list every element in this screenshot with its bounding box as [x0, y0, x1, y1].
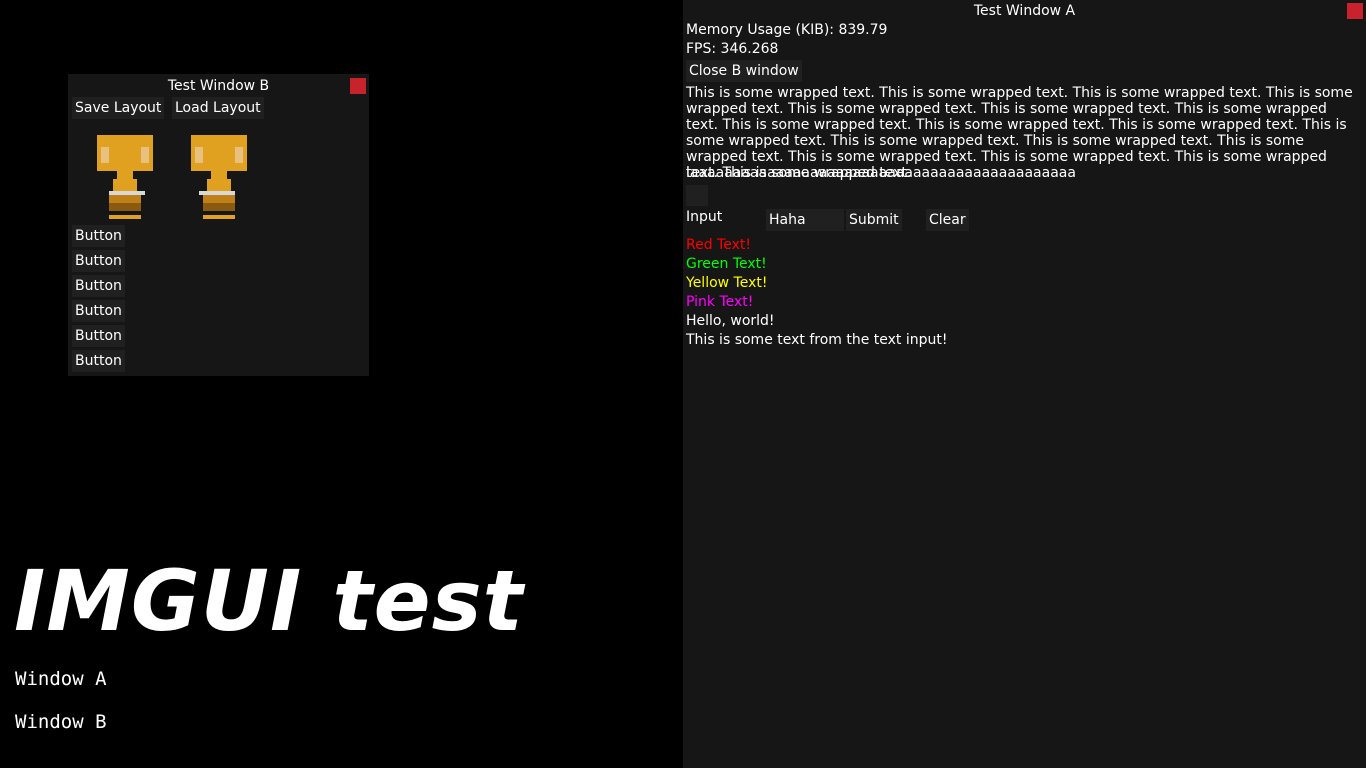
submitted-input-text: This is some text from the text input!: [686, 332, 948, 348]
pink-text: Pink Text!: [686, 294, 754, 310]
window-a-title[interactable]: Test Window A: [683, 3, 1366, 19]
red-text: Red Text!: [686, 237, 751, 253]
button-4[interactable]: Button: [72, 300, 125, 322]
window-b-label: Window B: [15, 711, 107, 733]
yellow-text: Yellow Text!: [686, 275, 768, 291]
submit-button[interactable]: Submit: [846, 209, 902, 231]
button-1[interactable]: Button: [72, 225, 125, 247]
close-b-window-button[interactable]: Close B window: [686, 60, 802, 82]
button-5[interactable]: Button: [72, 325, 125, 347]
character-sprite-icon: [191, 135, 247, 219]
app-title: IMGUI test: [14, 552, 524, 650]
button-6[interactable]: Button: [72, 350, 125, 372]
clear-button[interactable]: Clear: [926, 209, 969, 231]
memory-usage-text: Memory Usage (KIB): 839.79: [686, 22, 888, 38]
empty-input-box[interactable]: [686, 185, 708, 206]
fps-text: FPS: 346.268: [686, 41, 779, 57]
green-text: Green Text!: [686, 256, 767, 272]
load-layout-button[interactable]: Load Layout: [172, 97, 264, 119]
button-3[interactable]: Button: [72, 275, 125, 297]
test-window-b[interactable]: Test Window B Save Layout Load Layout Bu…: [68, 74, 369, 376]
text-input[interactable]: [766, 209, 844, 231]
save-layout-button[interactable]: Save Layout: [72, 97, 165, 119]
long-text-line: iaaaaaaaaaaaaaaaaaaaaaaaaaaaaaaaaaaaaaaa…: [686, 165, 1076, 181]
window-a-label: Window A: [15, 668, 107, 690]
button-2[interactable]: Button: [72, 250, 125, 272]
window-b-close-button[interactable]: [350, 78, 366, 94]
window-a-close-button[interactable]: [1347, 3, 1363, 19]
test-window-a[interactable]: Test Window A Memory Usage (KIB): 839.79…: [683, 0, 1366, 768]
window-b-title[interactable]: Test Window B: [68, 78, 369, 94]
hello-world-text: Hello, world!: [686, 313, 775, 329]
character-sprite-icon: [97, 135, 153, 219]
input-label: Input: [686, 209, 723, 225]
